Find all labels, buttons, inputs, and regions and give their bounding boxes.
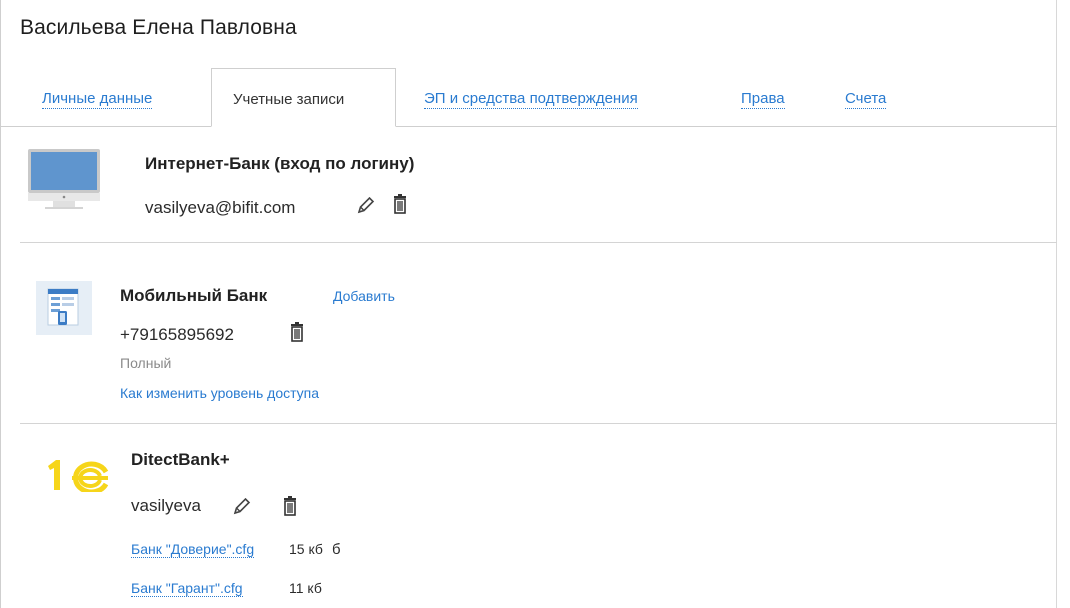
tab-rights[interactable]: Права — [741, 90, 785, 109]
tab-personal-data[interactable]: Личные данные — [42, 90, 153, 109]
tabs-divider — [0, 126, 1057, 127]
pencil-icon[interactable] — [356, 195, 376, 215]
internet-bank-title: Интернет-Банк (вход по логину) — [145, 154, 415, 173]
directbank-login: vasilyeva — [131, 496, 201, 515]
mobile-bank-title: Мобильный Банк — [120, 286, 268, 305]
section-divider — [20, 423, 1057, 424]
mobile-bank-phone: +79165895692 — [120, 325, 234, 344]
section-divider — [20, 242, 1057, 243]
page-title: Васильева Елена Павловна — [20, 16, 297, 39]
1c-logo-icon — [48, 460, 109, 492]
monitor-icon — [28, 149, 100, 209]
config-file-link[interactable]: Банк "Гарант".cfg — [131, 580, 243, 597]
pencil-icon[interactable] — [232, 496, 252, 516]
config-file-link[interactable]: Банк "Доверие".cfg — [131, 541, 255, 558]
config-file-extra: б — [332, 541, 341, 558]
tab-signatures[interactable]: ЭП и средства подтверждения — [424, 90, 638, 109]
tab-accounts[interactable]: Учетные записи — [211, 68, 396, 127]
tab-accounts-bank[interactable]: Счета — [845, 90, 887, 109]
config-file-size: 15 кб — [289, 541, 323, 557]
trash-icon[interactable] — [392, 194, 408, 214]
internet-bank-login: vasilyeva@bifit.com — [145, 198, 296, 217]
trash-icon[interactable] — [282, 496, 298, 516]
mobile-bank-add-link[interactable]: Добавить — [333, 288, 395, 304]
change-access-link[interactable]: Как изменить уровень доступа — [120, 385, 319, 401]
trash-icon[interactable] — [289, 322, 305, 342]
mobile-app-icon — [36, 281, 92, 335]
tab-accounts-label: Учетные записи — [233, 91, 345, 108]
mobile-bank-access-level: Полный — [120, 355, 172, 371]
directbank-title: DitectBank+ — [131, 450, 230, 469]
config-file-size: 11 кб — [289, 580, 322, 596]
